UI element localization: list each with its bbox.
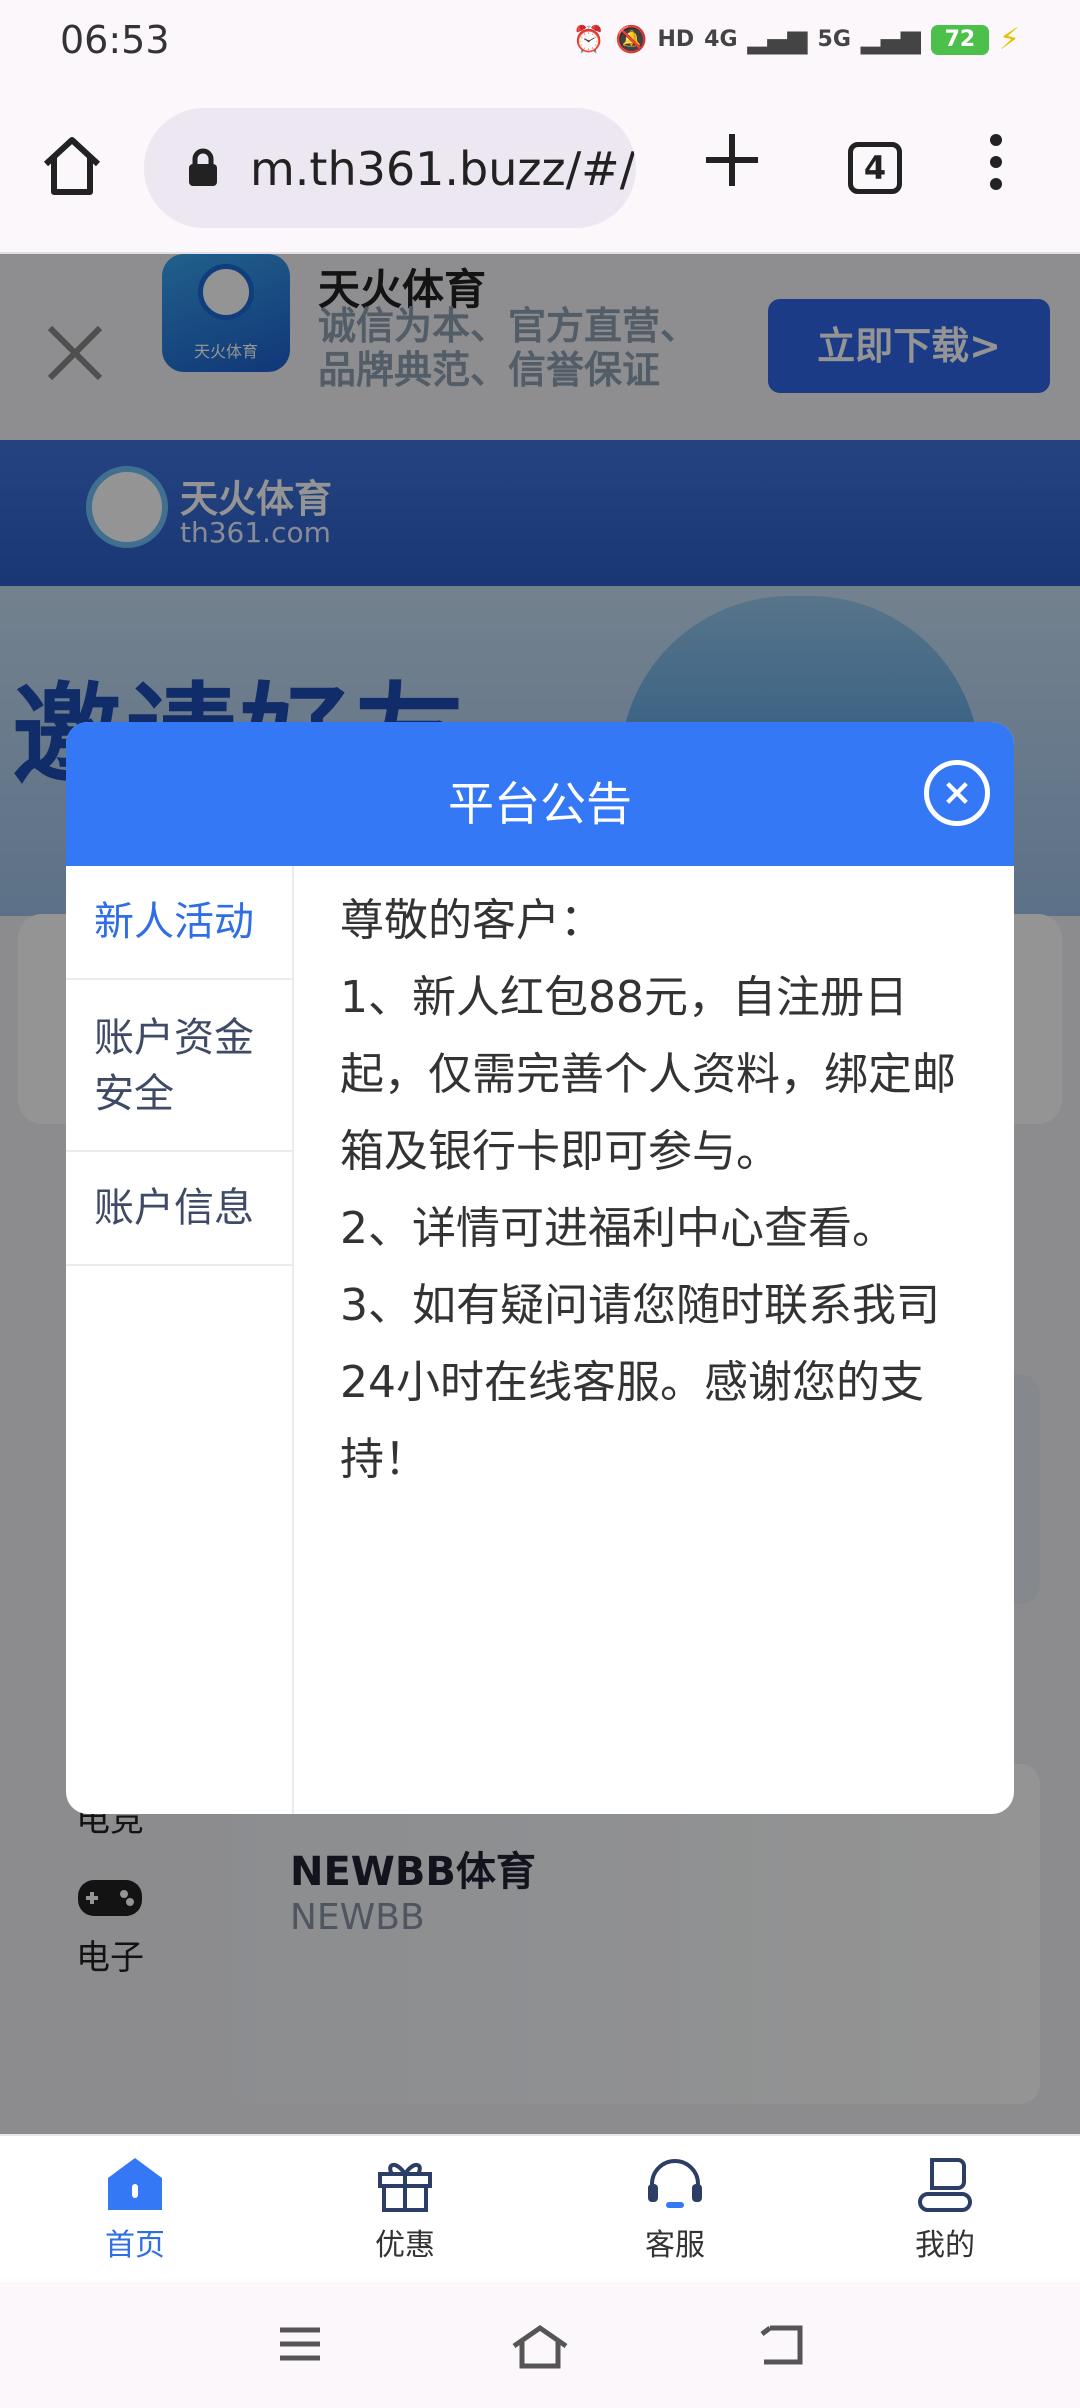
browser-home-icon[interactable] bbox=[38, 132, 106, 200]
nav-label: 优惠 bbox=[375, 2228, 435, 2263]
bottom-navigation: 首页 优惠 客服 我的 bbox=[0, 2134, 1080, 2282]
modal-title: 平台公告 bbox=[448, 777, 632, 831]
nav-label: 客服 bbox=[645, 2228, 705, 2263]
content-item-2: 2、详情可进福利中心查看。 bbox=[340, 1203, 896, 1254]
tab-account-funds-security[interactable]: 账户资金安全 bbox=[66, 980, 292, 1152]
browser-toolbar: m.th361.buzz/#/ 4 bbox=[0, 84, 1080, 254]
tab-new-user-activity[interactable]: 新人活动 bbox=[66, 866, 292, 980]
lock-icon bbox=[189, 148, 217, 186]
new-tab-icon[interactable] bbox=[700, 128, 764, 192]
announcement-content: 尊敬的客户： 1、新人红包88元，自注册日起，仅需完善个人资料，绑定邮箱及银行卡… bbox=[340, 882, 990, 1498]
nav-promotions[interactable]: 优惠 bbox=[305, 2154, 505, 2264]
tab-account-info[interactable]: 账户信息 bbox=[66, 1152, 292, 1266]
modal-header: 平台公告 bbox=[66, 722, 1014, 866]
system-home-icon[interactable] bbox=[508, 2322, 572, 2370]
recent-apps-icon[interactable] bbox=[276, 2322, 324, 2366]
nav-label: 我的 bbox=[915, 2228, 975, 2263]
hd-label: HD bbox=[657, 27, 695, 52]
status-bar: 06:53 ⏰ 🔕 HD 4G ▂▄▆ 5G ▂▄▆ 72 ⚡ bbox=[0, 0, 1080, 84]
tab-switcher-button[interactable]: 4 bbox=[848, 142, 902, 194]
alarm-icon: ⏰ bbox=[572, 24, 606, 55]
gift-icon bbox=[378, 2163, 432, 2212]
user-icon bbox=[918, 2158, 972, 2212]
content-item-3: 3、如有疑问请您随时联系我司24小时在线客服。感谢您的支持！ bbox=[340, 1280, 940, 1485]
home-icon bbox=[108, 2158, 162, 2210]
nav-label: 首页 bbox=[105, 2228, 165, 2263]
headset-icon bbox=[648, 2159, 702, 2208]
system-navigation-bar bbox=[0, 2282, 1080, 2408]
nav-home[interactable]: 首页 bbox=[35, 2154, 235, 2264]
announcement-tabs: 新人活动 账户资金安全 账户信息 bbox=[66, 866, 294, 1814]
network-4g: 4G bbox=[704, 27, 738, 52]
nav-profile[interactable]: 我的 bbox=[845, 2154, 1045, 2264]
url-text: m.th361.buzz/#/ bbox=[250, 142, 636, 196]
address-bar[interactable]: m.th361.buzz/#/ bbox=[144, 108, 636, 228]
mute-icon: 🔕 bbox=[615, 24, 648, 55]
content-item-1: 1、新人红包88元，自注册日起，仅需完善个人资料，绑定邮箱及银行卡即可参与。 bbox=[340, 972, 956, 1177]
nav-customer-service[interactable]: 客服 bbox=[575, 2154, 775, 2264]
signal-icon: ▂▄▆ bbox=[747, 24, 808, 55]
battery-level: 72 bbox=[930, 24, 989, 55]
status-time: 06:53 bbox=[60, 18, 170, 62]
signal-icon-2: ▂▄▆ bbox=[860, 24, 921, 55]
close-icon[interactable] bbox=[924, 760, 990, 826]
back-icon[interactable] bbox=[756, 2322, 808, 2370]
network-5g: 5G bbox=[817, 27, 851, 52]
charging-icon: ⚡ bbox=[998, 22, 1020, 57]
announcement-modal: 平台公告 新人活动 账户资金安全 账户信息 尊敬的客户： 1、新人红包88元，自… bbox=[66, 722, 1014, 1814]
content-greeting: 尊敬的客户： bbox=[340, 895, 604, 946]
more-menu-icon[interactable] bbox=[986, 134, 1006, 198]
status-icons: ⏰ 🔕 HD 4G ▂▄▆ 5G ▂▄▆ 72 ⚡ bbox=[573, 22, 1020, 57]
